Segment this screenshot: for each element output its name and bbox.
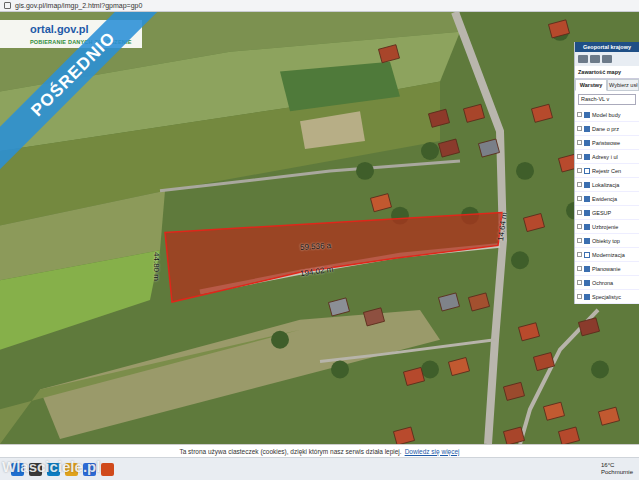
layer-label[interactable]: Specjalistyc bbox=[592, 294, 621, 300]
layer-label[interactable]: Ochrona bbox=[592, 280, 613, 286]
layer-checkbox[interactable] bbox=[584, 252, 590, 258]
expand-icon[interactable] bbox=[577, 126, 582, 131]
expand-icon[interactable] bbox=[577, 112, 582, 117]
layer-checkbox[interactable] bbox=[584, 154, 590, 160]
layer-list: Model budy Dane o prz Państwowe Adresy i ul… bbox=[575, 108, 639, 304]
layer-label[interactable]: Uzbrojenie bbox=[592, 224, 618, 230]
weather-widget[interactable]: 16°CPochmurnie bbox=[601, 462, 633, 476]
layer-row[interactable]: Rejestr Cen bbox=[575, 164, 639, 178]
layer-label[interactable]: Planowanie bbox=[592, 266, 620, 272]
layer-checkbox[interactable] bbox=[584, 266, 590, 272]
layer-label[interactable]: Modernizacja bbox=[592, 252, 625, 258]
panel-tab[interactable]: Wybierz usł bbox=[607, 79, 639, 91]
layer-checkbox[interactable] bbox=[584, 140, 590, 146]
expand-icon[interactable] bbox=[577, 266, 582, 271]
expand-icon[interactable] bbox=[577, 224, 582, 229]
cookie-bar: Ta strona używa ciasteczek (cookies), dz… bbox=[0, 444, 639, 457]
expand-icon[interactable] bbox=[577, 252, 582, 257]
layer-label[interactable]: Adresy i ul bbox=[592, 154, 618, 160]
address-bar[interactable]: gis.gov.pl/imap/imgp_2.html?gpmap=gp0 bbox=[0, 0, 639, 12]
layer-checkbox[interactable] bbox=[584, 280, 590, 286]
expand-icon[interactable] bbox=[577, 154, 582, 159]
layer-checkbox[interactable] bbox=[584, 126, 590, 132]
layer-label[interactable]: Model budy bbox=[592, 112, 620, 118]
layer-row[interactable]: Model budy bbox=[575, 108, 639, 122]
expand-icon[interactable] bbox=[577, 294, 582, 299]
layer-checkbox[interactable] bbox=[584, 210, 590, 216]
cookie-text: Ta strona używa ciasteczek (cookies), dz… bbox=[179, 448, 401, 455]
layer-label[interactable]: Dane o prz bbox=[592, 126, 619, 132]
weather-condition: Pochmurnie bbox=[601, 469, 633, 476]
layers-panel: Geoportal krajowy Zawartość mapyWarstwyWy… bbox=[574, 42, 639, 304]
layer-row[interactable]: Dane o prz bbox=[575, 122, 639, 136]
expand-icon[interactable] bbox=[577, 210, 582, 215]
layer-row[interactable]: Modernizacja bbox=[575, 248, 639, 262]
aerial-map[interactable] bbox=[0, 12, 639, 444]
layer-row[interactable]: Ewidencja bbox=[575, 192, 639, 206]
layer-label[interactable]: Państwowe bbox=[592, 140, 620, 146]
layer-row[interactable]: Państwowe bbox=[575, 136, 639, 150]
panel-tab[interactable]: Warstwy bbox=[575, 79, 607, 91]
expand-icon[interactable] bbox=[577, 280, 582, 285]
content-title: Zawartość mapy bbox=[575, 66, 639, 79]
office-icon[interactable] bbox=[101, 463, 114, 476]
expand-icon[interactable] bbox=[577, 140, 582, 145]
expand-icon[interactable] bbox=[577, 182, 582, 187]
layer-checkbox[interactable] bbox=[584, 112, 590, 118]
weather-temp: 16°C bbox=[601, 462, 614, 469]
layer-label[interactable]: Ewidencja bbox=[592, 196, 617, 202]
layer-row[interactable]: Adresy i ul bbox=[575, 150, 639, 164]
expand-icon[interactable] bbox=[577, 168, 582, 173]
layer-checkbox[interactable] bbox=[584, 294, 590, 300]
layer-checkbox[interactable] bbox=[584, 182, 590, 188]
taskbar: 16°CPochmurnie Wlasciciele.pl bbox=[0, 457, 639, 480]
layer-label[interactable]: Lokalizacja bbox=[592, 182, 619, 188]
expand-icon[interactable] bbox=[577, 196, 582, 201]
select-icon[interactable] bbox=[602, 55, 612, 63]
watermark: Wlasciciele.pl bbox=[2, 458, 100, 475]
panel-toolbar bbox=[575, 52, 639, 66]
layer-row[interactable]: Uzbrojenie bbox=[575, 220, 639, 234]
layer-label[interactable]: Rejestr Cen bbox=[592, 168, 621, 174]
layer-checkbox[interactable] bbox=[584, 224, 590, 230]
map-view[interactable]: ortal.gov.plPOBIERANIE DANYCH ZGŁOSZENIE… bbox=[0, 12, 639, 444]
layer-checkbox[interactable] bbox=[584, 168, 590, 174]
layer-row[interactable]: Lokalizacja bbox=[575, 178, 639, 192]
address-text[interactable]: gis.gov.pl/imap/imgp_2.html?gpmap=gp0 bbox=[15, 2, 142, 9]
layer-row[interactable]: Obiekty top bbox=[575, 234, 639, 248]
layer-checkbox[interactable] bbox=[584, 196, 590, 202]
layer-row[interactable]: Planowanie bbox=[575, 262, 639, 276]
panel-title: Geoportal krajowy bbox=[575, 42, 639, 52]
layer-label[interactable]: GESUP bbox=[592, 210, 611, 216]
measure-label: 44.80 m bbox=[152, 252, 161, 281]
layer-checkbox[interactable] bbox=[584, 238, 590, 244]
layer-label[interactable]: Obiekty top bbox=[592, 238, 620, 244]
layer-row[interactable]: GESUP bbox=[575, 206, 639, 220]
print-icon[interactable] bbox=[590, 55, 600, 63]
expand-icon[interactable] bbox=[577, 238, 582, 243]
layer-row[interactable]: Specjalistyc bbox=[575, 290, 639, 304]
cookie-link[interactable]: Dowiedz się więcej bbox=[405, 448, 460, 455]
panel-tabs: WarstwyWybierz usł bbox=[575, 79, 639, 91]
search-field[interactable]: Rasch-VL v bbox=[578, 94, 636, 105]
parcel-shape[interactable] bbox=[165, 213, 502, 302]
print-icon[interactable] bbox=[578, 55, 588, 63]
layer-row[interactable]: Ochrona bbox=[575, 276, 639, 290]
lock-icon bbox=[4, 2, 11, 9]
